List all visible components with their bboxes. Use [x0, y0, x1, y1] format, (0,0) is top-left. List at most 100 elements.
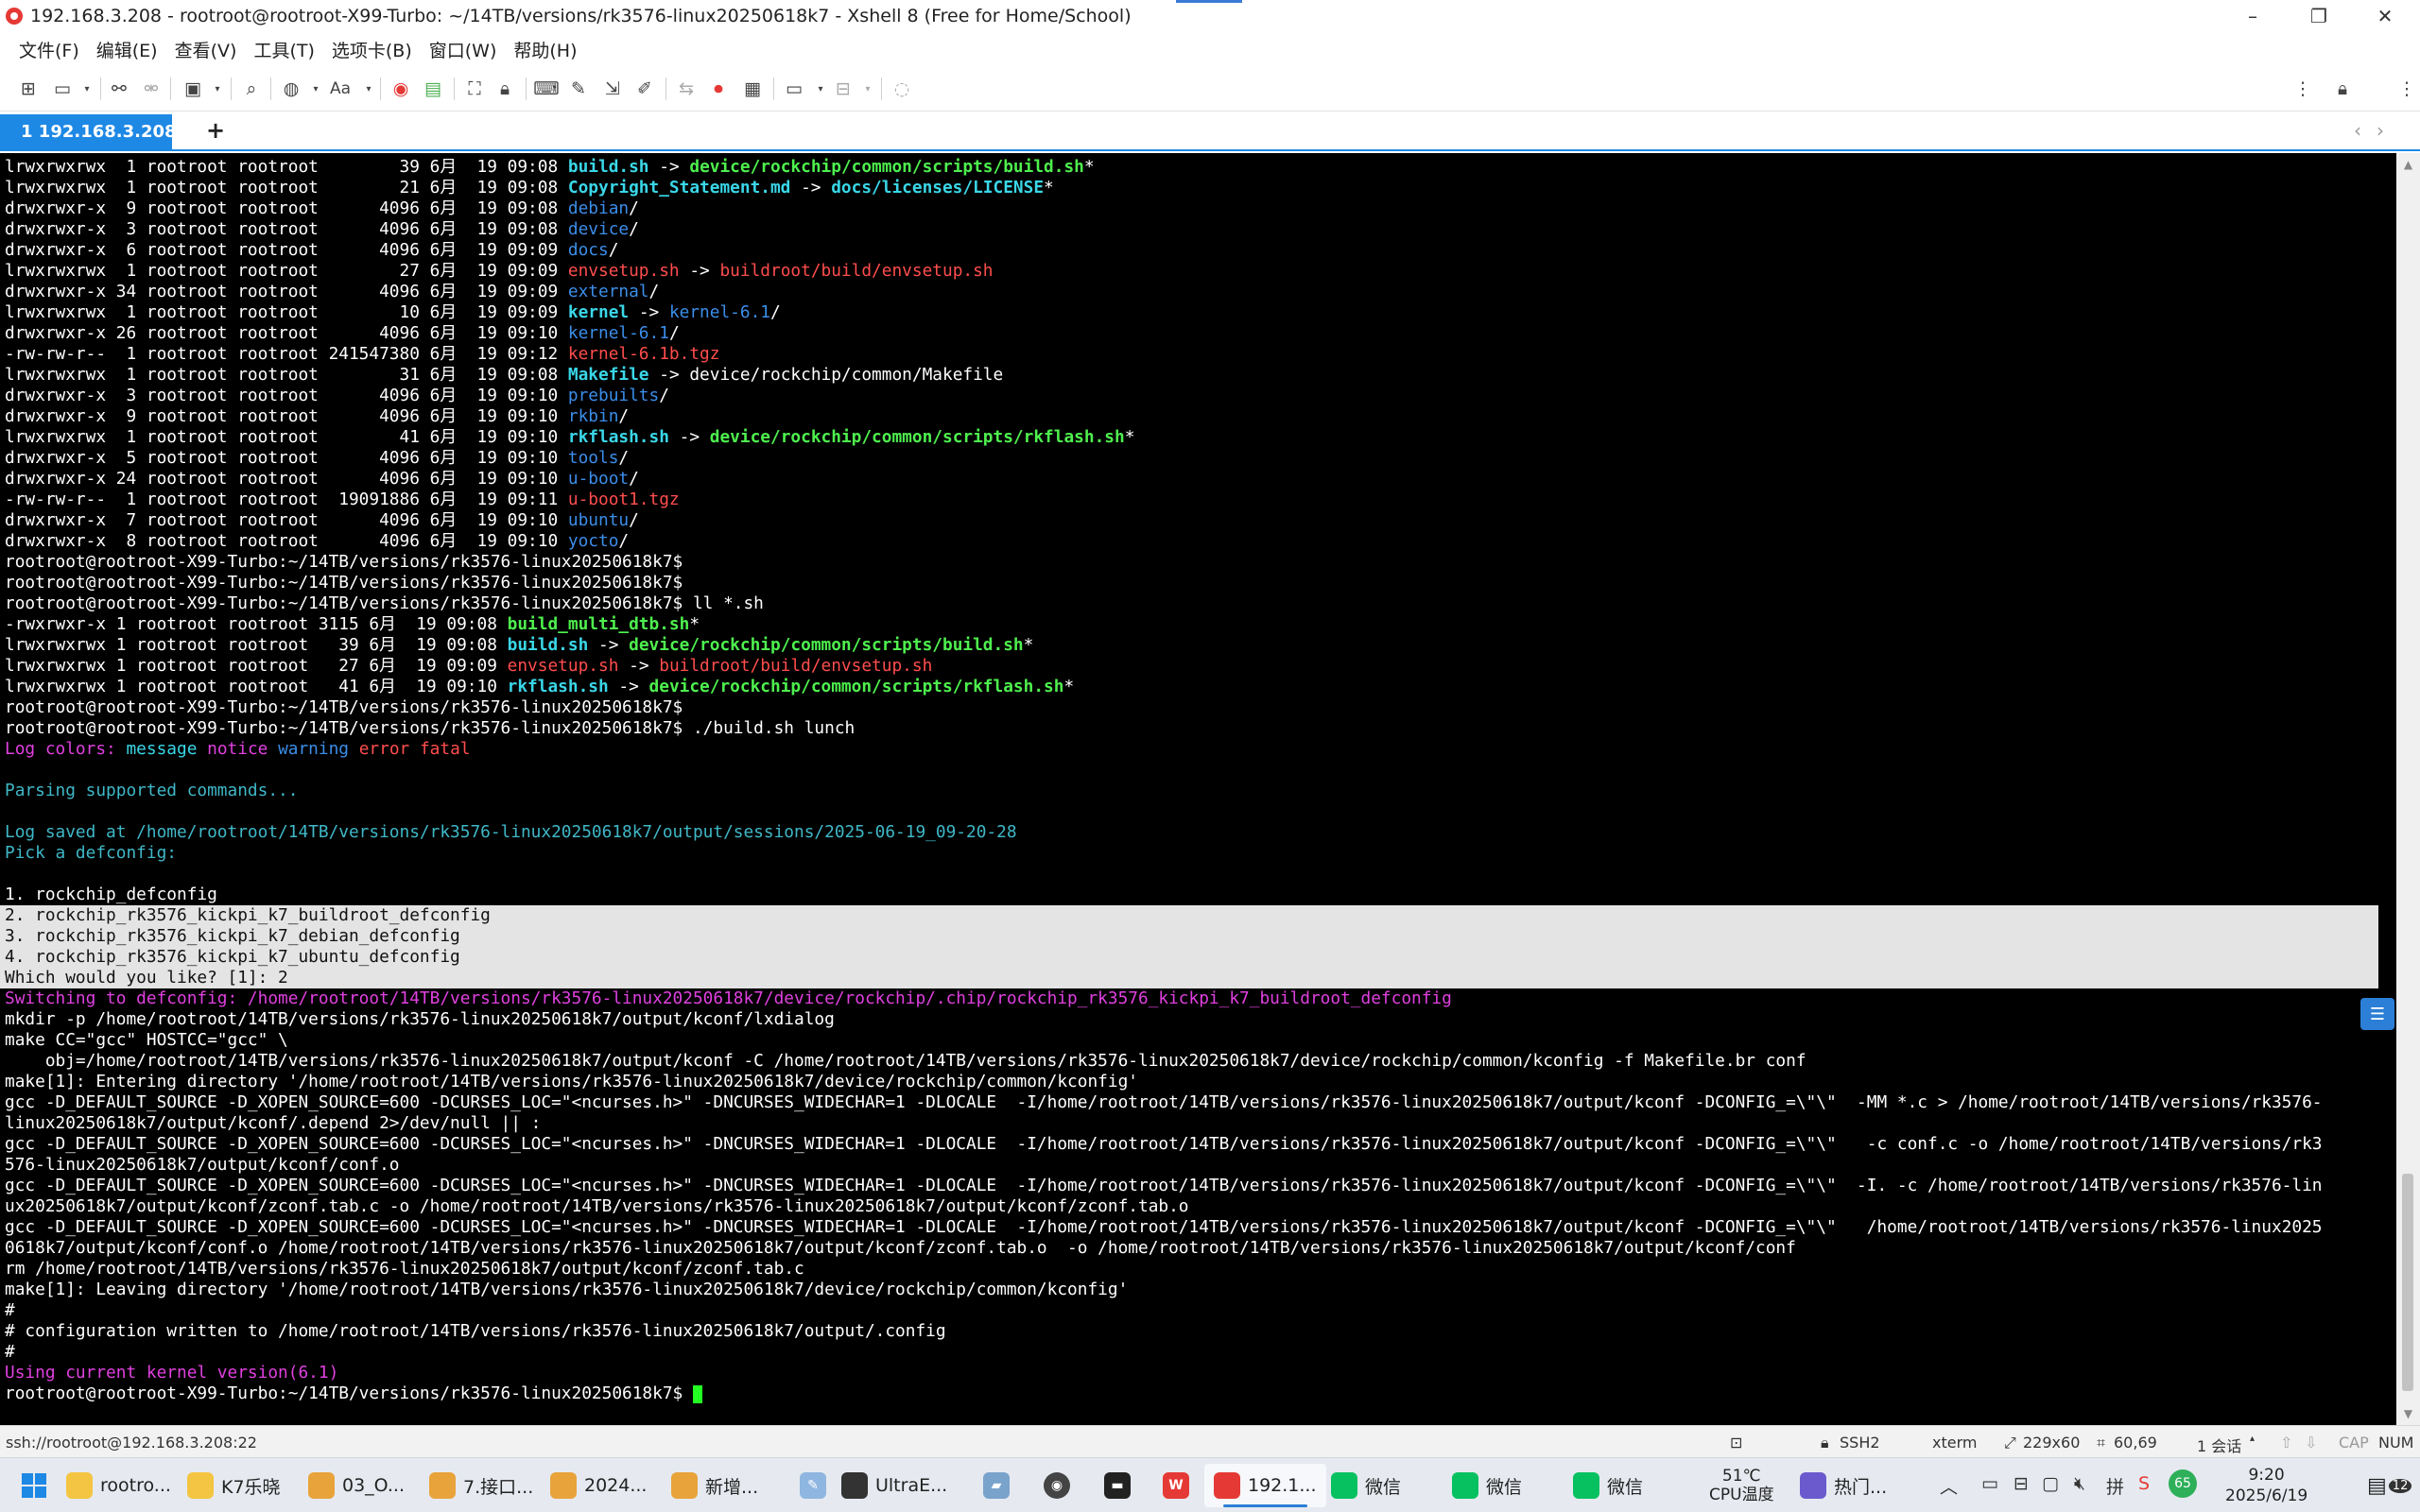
taskbar-notes-app[interactable]: ▰	[974, 1464, 1027, 1507]
clock[interactable]: 9:20 2025/6/19	[2216, 1464, 2317, 1507]
disconnect-icon[interactable]: ⚮	[140, 77, 163, 100]
taskbar-item[interactable]: 新增...	[662, 1464, 768, 1507]
taskbar-item[interactable]: 7.接口...	[420, 1464, 543, 1507]
globe-dropdown-icon[interactable]: ▾	[304, 77, 327, 100]
layout-dropdown-icon[interactable]: ▾	[856, 77, 879, 100]
taskbar-chrome-app[interactable]: ◉	[1034, 1464, 1087, 1507]
terminal-text: /	[629, 198, 639, 218]
search-icon[interactable]: ⌕	[240, 77, 263, 100]
taskbar-item[interactable]: 192.1...	[1204, 1464, 1326, 1507]
volume-muted-icon[interactable]: 🔇︎	[2074, 1473, 2085, 1494]
terminal-line: Switching to defconfig: /home/rootroot/1…	[5, 988, 2396, 1009]
record-icon[interactable]: ⏺	[707, 77, 730, 100]
transfer-icon[interactable]: ⇆	[675, 77, 698, 100]
session-manager-dropdown-icon[interactable]: ▾	[809, 77, 832, 100]
globe-icon[interactable]: ◍	[280, 77, 302, 100]
input-method-icon[interactable]: 拼	[2106, 1473, 2124, 1499]
sessions-dropdown-icon[interactable]: ▴	[2250, 1434, 2255, 1444]
display-icon[interactable]: ▢	[2042, 1473, 2059, 1494]
minimize-button[interactable]: –	[2221, 0, 2284, 32]
font-dropdown-icon[interactable]: ▾	[357, 77, 380, 100]
keyboard-icon[interactable]: ⌨	[533, 77, 559, 100]
terminal-text: gcc -D_DEFAULT_SOURCE -D_XOPEN_SOURCE=60…	[5, 1134, 2323, 1154]
new-session-icon[interactable]: ⊞	[17, 77, 40, 100]
taskbar-item[interactable]: 03_O...	[299, 1464, 414, 1507]
terminal-text: docs	[567, 240, 609, 260]
more-options-icon[interactable]: ⋮	[2291, 77, 2314, 100]
ime-icon[interactable]: ⊟	[2014, 1473, 2029, 1494]
fullscreen-icon[interactable]: ⛶	[463, 77, 486, 100]
menu-view[interactable]: 查看(V)	[175, 37, 237, 62]
scroll-up-icon[interactable]: ▲	[2396, 153, 2420, 176]
clock-time: 9:20	[2248, 1466, 2285, 1485]
terminal-text: /	[618, 406, 630, 426]
terminal-output[interactable]: lrwxrwxrwx 1 rootroot rootroot 39 6月 19 …	[0, 153, 2396, 1425]
taskbar-item[interactable]: 微信	[1322, 1464, 1410, 1507]
taskbar-item[interactable]: UltraE...	[832, 1464, 957, 1507]
send-icon[interactable]: ⇲	[601, 77, 624, 100]
new-tab-dropdown-icon[interactable]: ▾	[206, 77, 229, 100]
xftp-icon[interactable]: ▤	[422, 77, 444, 100]
terminal-text: *	[1124, 427, 1135, 447]
new-tab-icon[interactable]: ▣	[182, 77, 204, 100]
padlock-icon[interactable]: 🔒︎	[2331, 77, 2354, 100]
taskbar-item[interactable]: 热门...	[1790, 1464, 1896, 1507]
terminal-scrollbar[interactable]: ▲ ▼	[2396, 153, 2420, 1425]
scroll-down-icon[interactable]: ▼	[2396, 1402, 2420, 1425]
restore-button[interactable]: ❐	[2288, 0, 2350, 32]
tray-badge-icon[interactable]: 65	[2169, 1469, 2197, 1498]
start-button[interactable]	[13, 1464, 55, 1507]
menu-file[interactable]: 文件(F)	[19, 37, 79, 62]
menu-window[interactable]: 窗口(W)	[429, 37, 497, 62]
font-icon[interactable]: Aa	[329, 77, 352, 100]
taskbar-item[interactable]: K7乐晓	[178, 1464, 290, 1507]
terminal-line: rootroot@rootroot-X99-Turbo:~/14TB/versi…	[5, 1383, 2396, 1404]
taskbar-item[interactable]: 2024...	[541, 1464, 656, 1507]
menu-help[interactable]: 帮助(H)	[513, 37, 577, 62]
add-tab-button[interactable]: +	[206, 117, 225, 144]
open-dropdown-icon[interactable]: ▾	[76, 77, 98, 100]
menu-tab[interactable]: 选项卡(B)	[332, 37, 412, 62]
layout-icon[interactable]: ⊟	[832, 77, 855, 100]
taskbar-wps-app[interactable]: W	[1153, 1464, 1206, 1507]
terminal-text: /	[608, 240, 619, 260]
tab-prev-button[interactable]: ‹	[2354, 119, 2361, 142]
scrollbar-thumb[interactable]	[2402, 1174, 2413, 1391]
lock-icon[interactable]: 🔒︎	[493, 77, 516, 100]
compose-icon[interactable]: ✎	[567, 77, 590, 100]
cpu-temp-widget[interactable]: 51℃ CPU温度	[1700, 1464, 1784, 1507]
status-sessions[interactable]: 1 会话	[2197, 1434, 2241, 1456]
menu-edit[interactable]: 编辑(E)	[96, 37, 158, 62]
xshell-icon[interactable]: ◉	[389, 77, 412, 100]
antivirus-icon[interactable]: S	[2138, 1473, 2150, 1494]
status-up-icon[interactable]: ⇧	[2280, 1434, 2292, 1452]
session-manager-icon[interactable]: ▭	[783, 77, 805, 100]
script-icon[interactable]: ✐	[633, 77, 656, 100]
quick-command-icon[interactable]: ☰	[2360, 998, 2394, 1030]
overflow-icon[interactable]: ⋮	[2395, 77, 2418, 100]
taskbar-app-icon	[1800, 1472, 1826, 1499]
taskbar-item[interactable]: 微信	[1564, 1464, 1652, 1507]
taskbar-terminal-app[interactable]: ▬	[1095, 1464, 1148, 1507]
connect-icon[interactable]: ⚯	[108, 77, 130, 100]
tray-expand-icon[interactable]: ︿	[1940, 1473, 1958, 1499]
menu-tools[interactable]: 工具(T)	[253, 37, 314, 62]
taskbar-pen-app[interactable]: ✎	[790, 1464, 843, 1507]
terminal-text: Parsing supported commands...	[5, 781, 299, 800]
terminal-line: rootroot@rootroot-X99-Turbo:~/14TB/versi…	[5, 573, 2396, 593]
notification-center[interactable]: ▤ 12	[2358, 1464, 2420, 1507]
close-button[interactable]: ✕	[2354, 0, 2416, 32]
open-folder-icon[interactable]: ▭	[51, 77, 74, 100]
session-tab[interactable]: 1 192.168.3.208	[0, 114, 177, 149]
terminal-line: lrwxrwxrwx 1 rootroot rootroot 39 6月 19 …	[5, 635, 2396, 656]
taskbar-item[interactable]: 微信	[1443, 1464, 1531, 1507]
terminal-text: -rw-rw-r-- 1 rootroot rootroot 19091886 …	[5, 490, 568, 509]
log-icon[interactable]: ▦	[741, 77, 764, 100]
chat-icon[interactable]: ◌	[890, 77, 913, 100]
status-down-icon[interactable]: ⇩	[2305, 1434, 2317, 1452]
tab-next-button[interactable]: ›	[2377, 119, 2384, 142]
battery-icon[interactable]: ▭	[1981, 1473, 1998, 1494]
terminal-text: -rwxrwxr-x 1 rootroot rootroot 3115 6月 1…	[5, 614, 508, 634]
taskbar-item[interactable]: rootro...	[57, 1464, 181, 1507]
status-cap: CAP	[2339, 1434, 2369, 1452]
